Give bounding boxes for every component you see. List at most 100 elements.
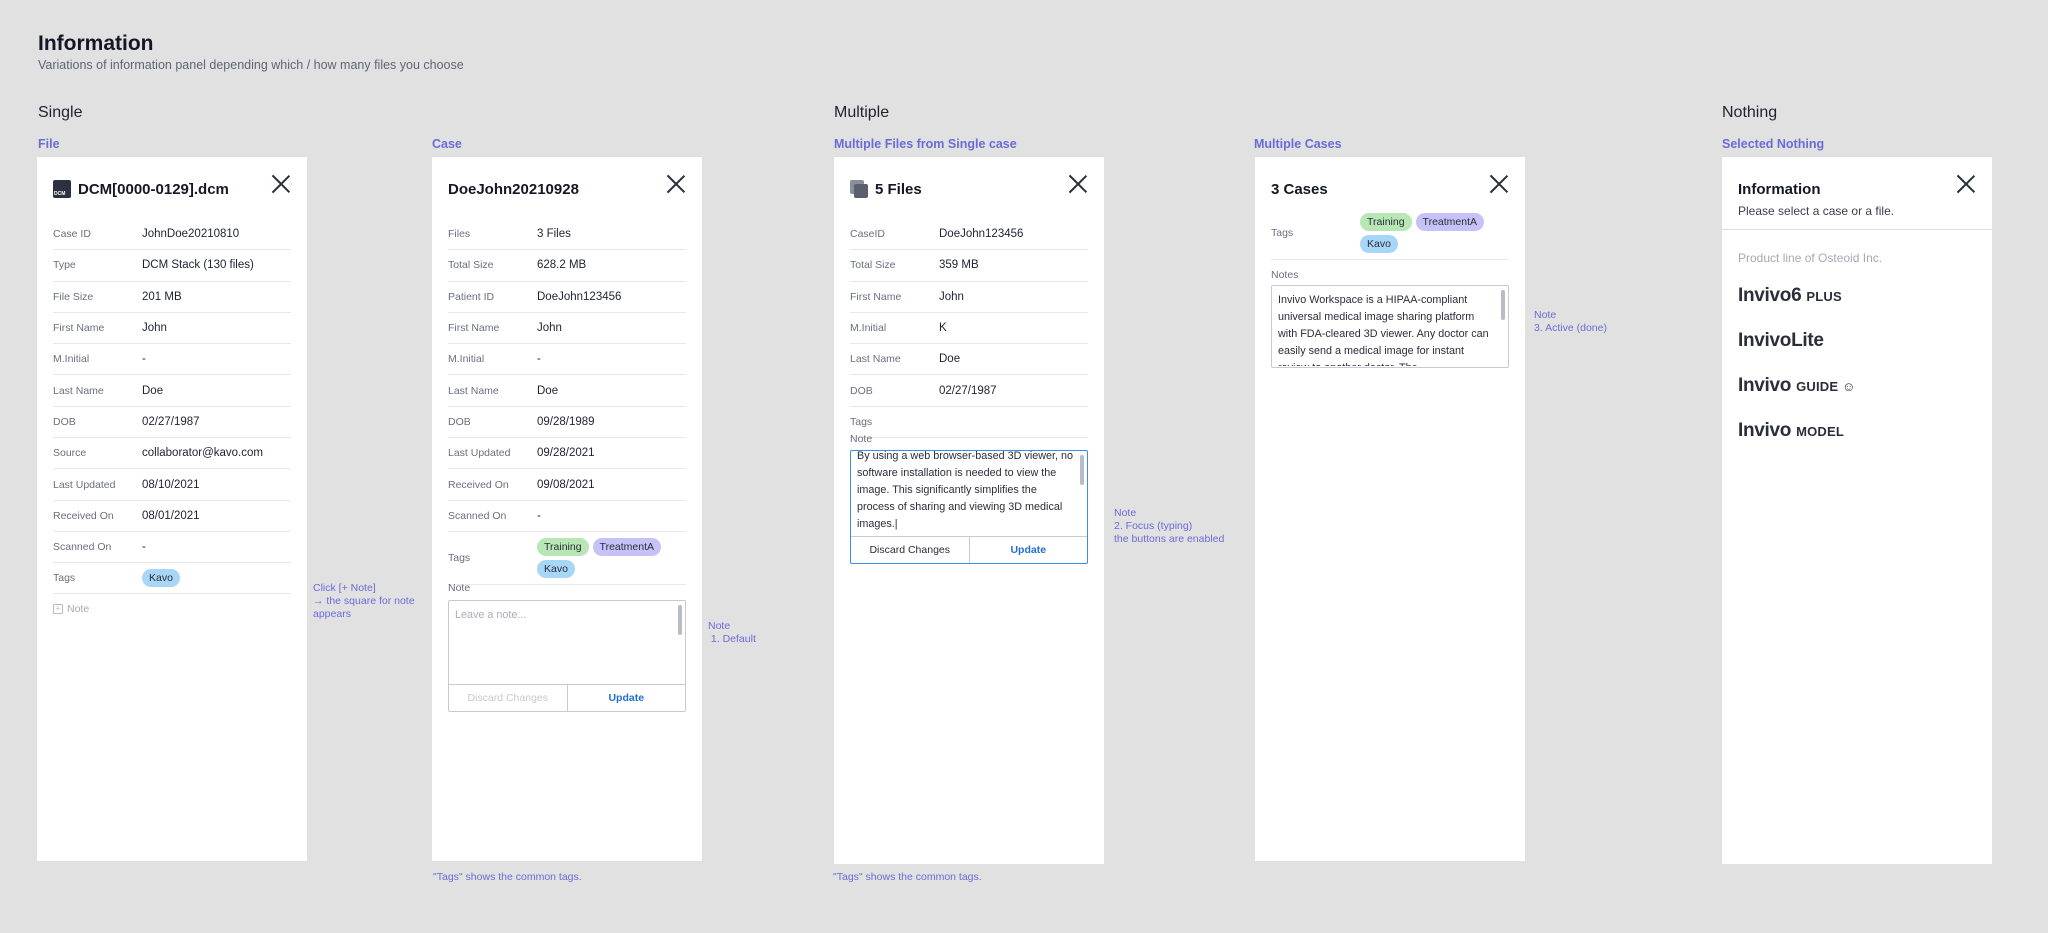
row-key: Received On	[53, 509, 114, 522]
annotation-active: Note 3. Active (done)	[1534, 309, 1607, 335]
note-label: Note	[850, 433, 873, 445]
annotation-line: Note	[1534, 309, 1557, 321]
multi-files-info-panel: 5 Files CaseID DoeJohn123456 Total Size 35…	[834, 157, 1104, 864]
row-key: Tags	[448, 551, 471, 564]
invivolite-logo: InvivoLite	[1738, 330, 1824, 351]
info-rows: Case ID JohnDoe20210810 Type DCM Stack (13…	[53, 219, 291, 624]
row-value: John	[939, 290, 964, 303]
row-key: Tags	[1271, 227, 1294, 239]
close-icon[interactable]	[1489, 174, 1509, 194]
annotation-line: 1. Default	[708, 633, 756, 645]
note-textarea[interactable]: Leave a note...	[455, 607, 673, 624]
info-row: Received On 09/08/2021	[448, 469, 686, 501]
annotation-line: → the square for note	[313, 595, 415, 607]
row-value: Doe	[142, 384, 164, 397]
annotation-line: the buttons are enabled	[1114, 533, 1225, 545]
row-key: Last Updated	[448, 447, 511, 460]
row-value: 201 MB	[142, 290, 182, 303]
row-value: 02/27/1987	[939, 384, 997, 397]
close-icon[interactable]	[271, 174, 291, 194]
info-row: DOB 02/27/1987	[850, 375, 1088, 407]
panel-title: 3 Cases	[1271, 180, 1328, 198]
file-info-panel: DCM[0000-0129].dcm Case ID JohnDoe2021081…	[37, 157, 307, 861]
panel-header: DCM[0000-0129].dcm	[53, 173, 291, 205]
tag-chip[interactable]: TreatmentA	[592, 537, 662, 556]
info-rows: CaseID DoeJohn123456 Total Size 359 MB Fir…	[850, 219, 1088, 439]
row-key: M.Initial	[850, 322, 887, 335]
info-row: Received On 08/01/2021	[53, 501, 291, 532]
tags-row: Tags Training TreatmentA Kavo	[1271, 207, 1509, 260]
row-value: collaborator@kavo.com	[142, 447, 263, 460]
annotation-line: 2. Focus (typing)	[1114, 520, 1193, 532]
annotation-file: Click [+ Note] → the square for note app…	[313, 582, 415, 621]
update-button[interactable]: Update	[568, 685, 686, 711]
panel-title: DoeJohn20210928	[448, 180, 579, 198]
annotation-default: Note 1. Default	[708, 620, 756, 646]
row-key: DOB	[53, 415, 76, 428]
info-row: Last Name Doe	[448, 375, 686, 407]
empty-message: Please select a case or a file.	[1738, 204, 1895, 218]
tag-chip[interactable]: Kavo	[1360, 235, 1398, 253]
info-row: M.Initial -	[53, 344, 291, 376]
note-actions: Discard Changes Update	[449, 684, 685, 711]
update-button[interactable]: Update	[970, 537, 1088, 563]
row-value: DCM Stack (130 files)	[142, 259, 254, 272]
row-value: DoeJohn123456	[537, 290, 622, 303]
tag-chip[interactable]: Kavo	[537, 559, 575, 578]
add-note-button[interactable]: + Note	[53, 594, 291, 624]
tag-chip[interactable]: Training	[1360, 213, 1412, 231]
row-key: Source	[53, 447, 87, 460]
plus-square-icon: +	[53, 604, 63, 615]
scrollbar[interactable]	[1501, 290, 1505, 320]
row-value: John	[142, 322, 167, 335]
scrollbar[interactable]	[1080, 455, 1084, 485]
tags-row: Tags Training TreatmentA Kavo	[448, 532, 686, 585]
close-icon[interactable]	[1068, 174, 1088, 194]
close-icon[interactable]	[1956, 174, 1976, 194]
note-textarea[interactable]: Invivo Workspace is a HIPAA-compliant un…	[1278, 292, 1496, 366]
info-row: Scanned On -	[448, 501, 686, 532]
variant-label-file: File	[38, 137, 60, 151]
tag-chip[interactable]: Kavo	[142, 569, 180, 588]
info-row: M.Initial -	[448, 344, 686, 376]
info-row: Files 3 Files	[448, 219, 686, 251]
invivo-model-logo: Invivo MODEL	[1738, 420, 1845, 441]
discard-changes-button[interactable]: Discard Changes	[449, 685, 568, 711]
row-key: Scanned On	[53, 541, 112, 554]
discard-changes-button[interactable]: Discard Changes	[851, 537, 970, 563]
annotation-focus: Note 2. Focus (typing) the buttons are e…	[1114, 507, 1224, 546]
tag-chip[interactable]: TreatmentA	[1415, 213, 1485, 231]
panel-header: Information	[1738, 173, 1976, 205]
tag-chip[interactable]: Training	[537, 537, 589, 556]
note-textarea[interactable]: By using a web browser-based 3D viewer, …	[857, 448, 1075, 530]
row-key: DOB	[850, 384, 873, 397]
row-key: DOB	[448, 415, 471, 428]
annotation-line: appears	[313, 608, 351, 620]
row-value: Doe	[537, 384, 559, 397]
empty-info-panel: Information Please select a case or a fi…	[1722, 157, 1992, 864]
page-title: Information	[38, 32, 154, 55]
row-value: 02/27/1987	[142, 415, 200, 428]
info-row: Total Size 359 MB	[850, 250, 1088, 282]
info-row: Last Updated 09/28/2021	[448, 438, 686, 470]
info-row: Total Size 628.2 MB	[448, 250, 686, 282]
row-key: First Name	[850, 290, 902, 303]
info-row: Scanned On -	[53, 532, 291, 564]
tag-list: Training TreatmentA Kavo	[522, 537, 682, 578]
info-row: Last Name Doe	[53, 375, 291, 407]
files-stack-icon	[850, 180, 868, 198]
add-note-label: Note	[67, 603, 90, 616]
scrollbar[interactable]	[678, 605, 682, 635]
row-key: File Size	[53, 290, 94, 303]
row-value: 359 MB	[939, 259, 979, 272]
row-key: Files	[448, 228, 471, 241]
footnote-multi-files: "Tags" shows the common tags.	[833, 871, 982, 883]
dicom-file-icon	[53, 180, 71, 198]
row-key: Type	[53, 259, 76, 272]
info-row: First Name John	[53, 313, 291, 345]
panel-header: 5 Files	[850, 173, 1088, 205]
row-value: -	[142, 541, 146, 554]
close-icon[interactable]	[666, 174, 686, 194]
row-value: 08/01/2021	[142, 509, 200, 522]
annotation-line: Click [+ Note]	[313, 582, 376, 594]
